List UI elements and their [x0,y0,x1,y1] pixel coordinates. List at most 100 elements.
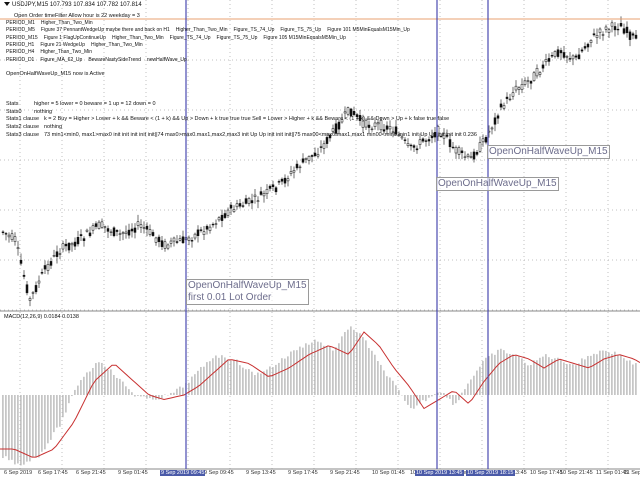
candle-body [202,231,206,235]
macd-bar [572,364,574,395]
macd-bar [275,364,277,395]
candle-body [412,145,416,148]
signal-label-1-line-2: first 0.01 Lot Order [188,292,272,303]
signal-label-2-line-1: OpenOnHalfWaveUp_M15 [438,178,557,189]
candle-body [22,274,26,277]
candle-body [367,124,371,128]
candle-body [319,146,323,148]
candle-body [322,143,326,149]
period-figure: Higher_Than_Two_Min [40,49,93,56]
dropdown-arrow-icon[interactable] [4,2,10,7]
candle-body [286,178,290,182]
macd-bar [395,385,397,395]
candle-body [406,143,410,146]
macd-bar [269,366,271,395]
candle-body [151,232,155,236]
candle-body [46,263,50,271]
time-axis-label: 6 Sep 21:45 [76,470,106,476]
period-row: PERIOD_M5 Figure 37 PennantWedgeUp maybe … [6,27,416,33]
candle-body [496,115,500,119]
macd-bar [509,353,511,395]
macd-bar [431,395,433,397]
macd-bar [482,360,484,395]
macd-bar [521,358,523,395]
candle-body [142,227,146,229]
candle-body [67,242,71,251]
macd-bar [80,380,82,395]
macd-bar [116,377,118,395]
macd-bar [380,364,382,395]
candle-body [454,147,458,154]
macd-bar [605,350,607,395]
macd-bar [461,392,463,395]
candle-body [100,221,104,228]
candle-body [472,151,476,160]
macd-bar [194,374,196,395]
candle-body [550,55,554,57]
macd-bar [101,362,103,395]
macd-bar [236,359,238,395]
candle-body [187,237,191,241]
macd-bar [491,353,493,395]
candle-body [508,98,512,101]
macd-bar [290,351,292,395]
macd-bar [218,357,220,395]
signal-label-2[interactable]: OpenOnHalfWaveUp_M15 [436,177,559,191]
candle-body [553,51,557,57]
candle-body [238,203,242,207]
macd-bar [260,373,262,395]
candle-body [13,236,17,242]
macd-bar [191,376,193,395]
macd-bar [317,341,319,395]
signal-label-1-line-1: OpenOnHalfWaveUp_M15 [188,280,307,291]
candle-body [241,205,245,207]
candle-body [37,280,41,284]
macd-bar [368,348,370,395]
macd-bar [545,354,547,395]
period-figure: Figure 21 WedgeUp [40,41,85,48]
macd-bar [392,380,394,395]
macd-bar [146,395,148,399]
candle-body [148,229,152,235]
candle-body [505,96,509,99]
macd-bar [518,356,520,395]
macd-bar [302,347,304,395]
macd-bar [239,365,241,395]
candle-body [190,240,194,242]
candle-body [103,226,107,228]
macd-bar [566,364,568,395]
time-axis-label: 6 Sep 17:45 [38,470,68,476]
macd-bar [122,381,124,395]
macd-bar [20,395,22,466]
candle-body [4,233,8,235]
candle-body [208,226,212,231]
candle-body [466,154,470,157]
signal-label-1[interactable]: OpenOnHalfWaveUp_M15 first 0.01 Lot Orde… [186,279,309,305]
macd-bar [215,355,217,395]
candle-body [562,52,566,58]
macd-bar [539,357,541,395]
macd-bar [596,354,598,395]
candle-body [415,148,419,151]
signal-time-label: 10 Sep 2019 13:45 [415,470,464,476]
candle-body [271,184,275,188]
macd-bar [623,358,625,395]
candle-body [10,233,14,240]
macd-bar [581,358,583,395]
macd-bar [569,363,571,395]
candle-body [145,225,149,230]
time-axis-label: 9 Sep 13:45 [246,470,276,476]
candle-body [370,128,374,130]
candle-body [451,146,455,149]
candle-body [298,166,302,169]
candle-body [601,34,605,36]
macd-bar [119,378,121,395]
candle-body [109,231,113,233]
macd-bar [464,389,466,395]
candle-body [211,223,215,226]
signal-label-3[interactable]: OpenOnHalfWaveUp_M15 [487,145,610,159]
candle-body [523,80,527,85]
stats-text: nothing [34,108,53,115]
macd-bar [56,395,58,428]
macd-bar [383,370,385,395]
